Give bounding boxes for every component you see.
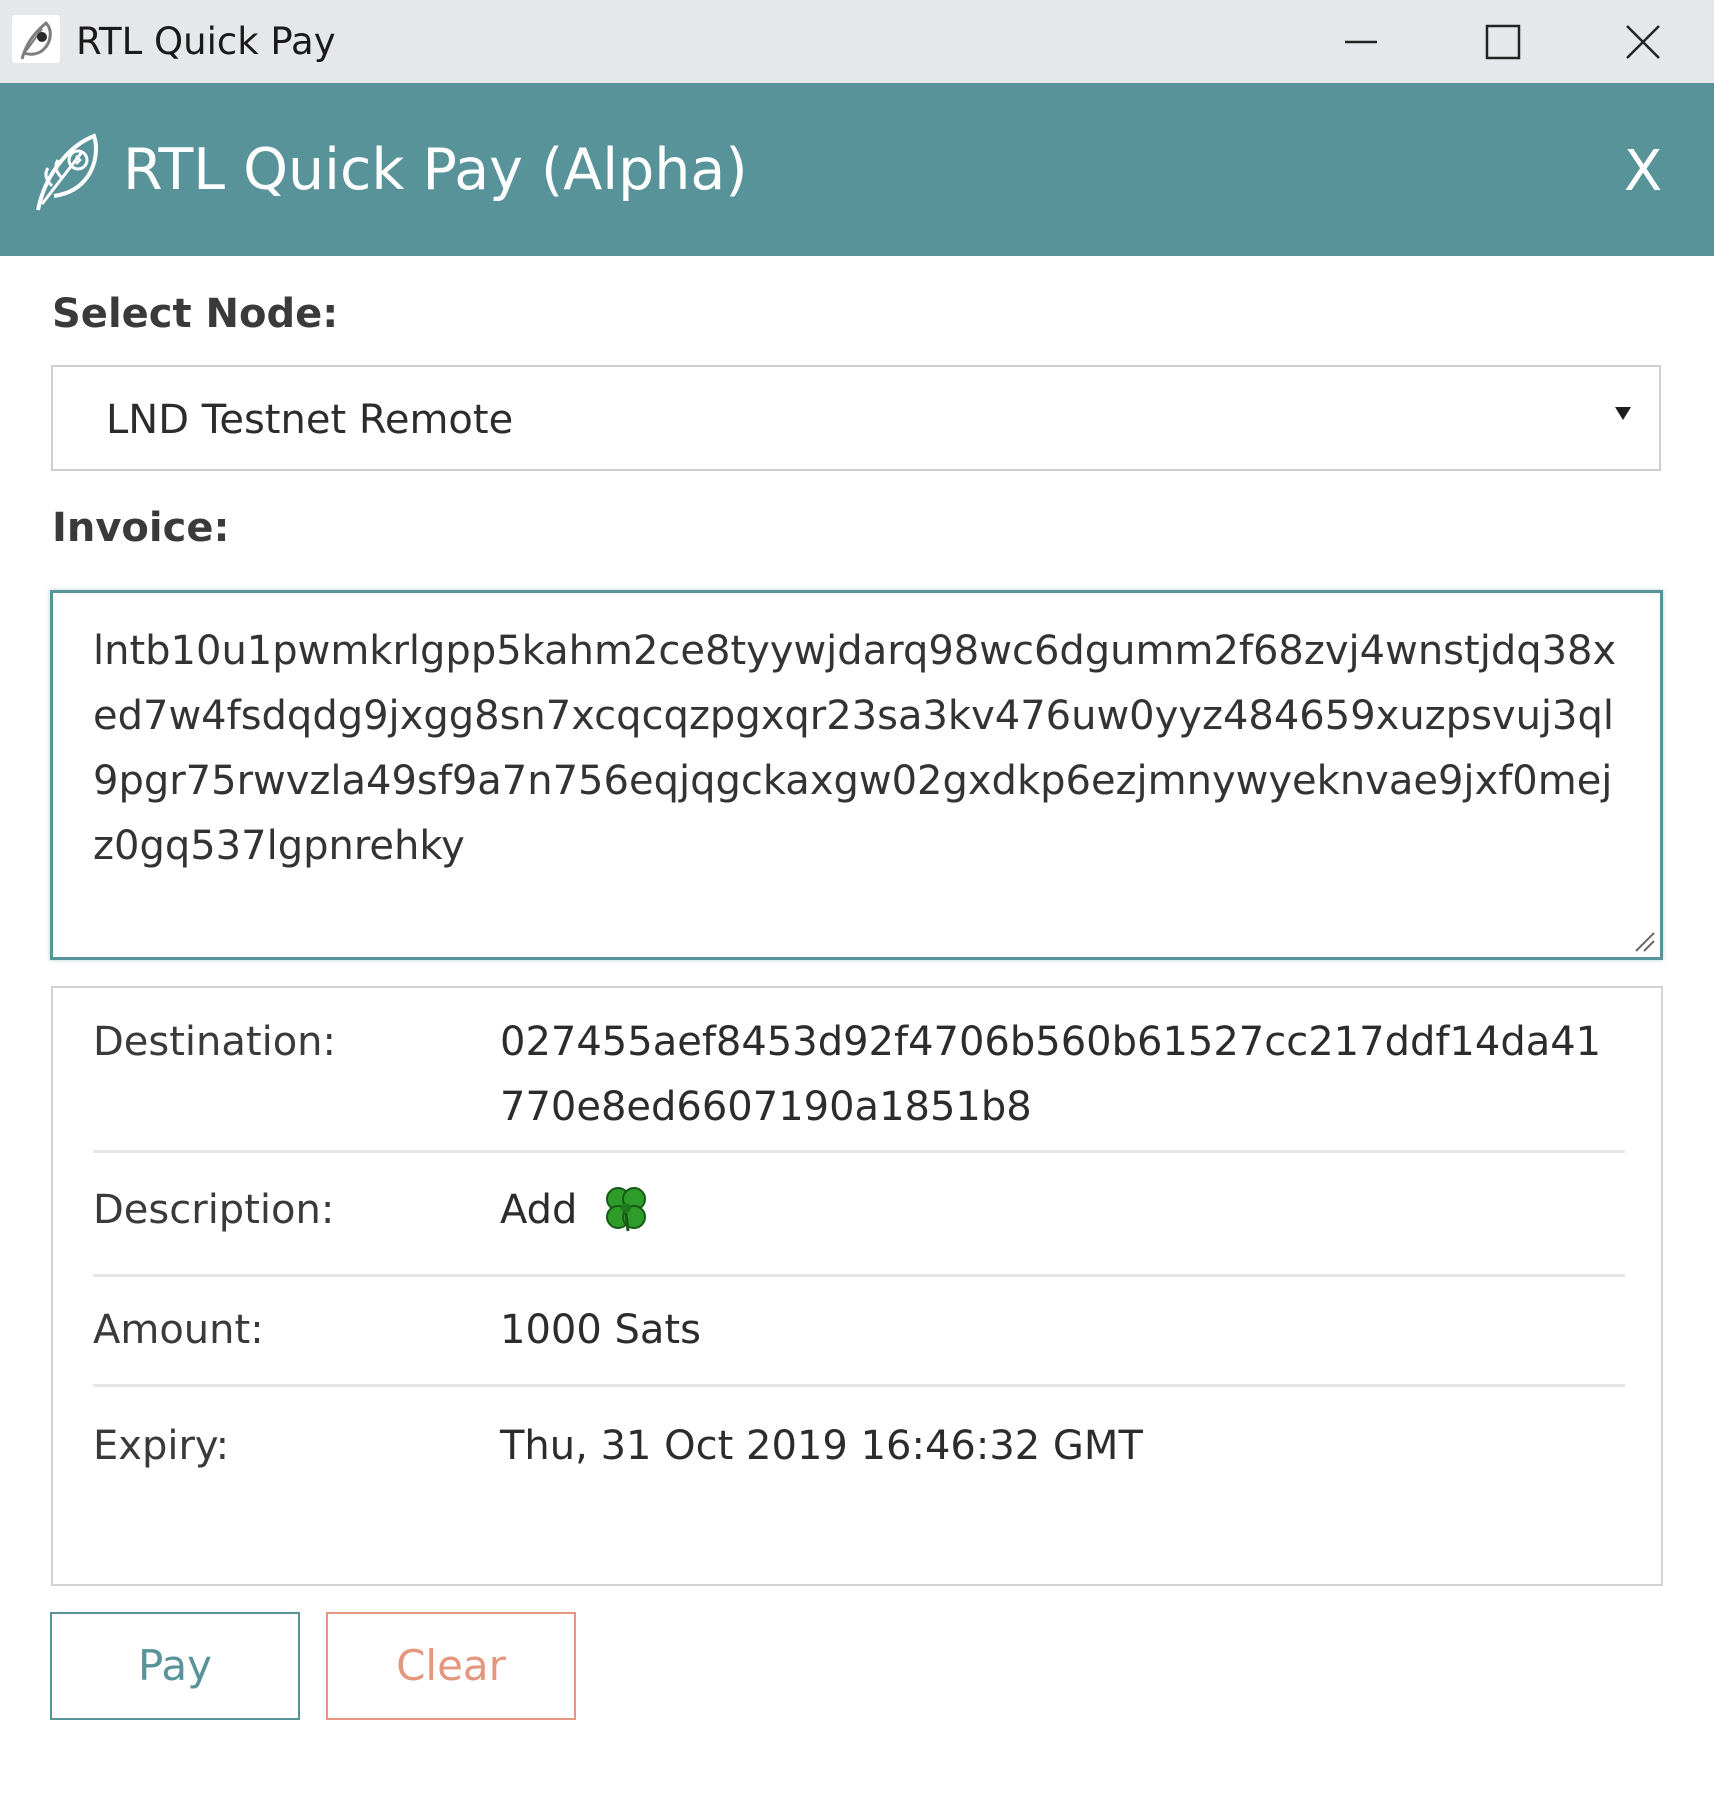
app-title: RTL Quick Pay (Alpha) <box>123 137 748 203</box>
resize-grip-icon[interactable] <box>1630 927 1656 953</box>
destination-label: Destination: <box>93 1019 337 1065</box>
rtl-logo-icon <box>32 130 102 214</box>
select-node-label: Select Node: <box>52 291 339 337</box>
clear-button[interactable]: Clear <box>326 1612 576 1720</box>
invoice-label: Invoice: <box>52 505 230 551</box>
amount-value: 1000 Sats <box>500 1307 701 1353</box>
dropdown-arrow-icon <box>1615 407 1631 420</box>
dialog-close-button[interactable]: X <box>1618 139 1668 205</box>
amount-label: Amount: <box>93 1307 264 1353</box>
minimize-button[interactable] <box>1290 0 1432 83</box>
window-close-button[interactable] <box>1572 0 1714 83</box>
expiry-label: Expiry: <box>93 1423 230 1469</box>
invoice-textarea[interactable]: lntb10u1pwmkrlgpp5kahm2ce8tyywjdarq98wc6… <box>50 590 1663 960</box>
description-value: Add <box>500 1187 578 1233</box>
node-select[interactable]: LND Testnet Remote <box>51 365 1661 471</box>
app-header: RTL Quick Pay (Alpha) X <box>0 83 1714 256</box>
expiry-value: Thu, 31 Oct 2019 16:46:32 GMT <box>500 1423 1143 1469</box>
window-titlebar: RTL Quick Pay <box>0 0 1714 83</box>
invoice-details-panel: Destination: 027455aef8453d92f4706b560b6… <box>51 986 1663 1586</box>
invoice-text: lntb10u1pwmkrlgpp5kahm2ce8tyywjdarq98wc6… <box>93 628 1617 869</box>
maximize-icon <box>1485 24 1521 59</box>
destination-value: 027455aef8453d92f4706b560b61527cc217ddf1… <box>500 1019 1602 1130</box>
pay-button[interactable]: Pay <box>50 1612 300 1720</box>
four-leaf-clover-icon <box>606 1187 647 1232</box>
node-select-value: LND Testnet Remote <box>106 397 514 443</box>
minimize-icon <box>1345 40 1377 43</box>
maximize-button[interactable] <box>1432 0 1574 83</box>
destination-row: Destination: 027455aef8453d92f4706b560b6… <box>93 1010 1625 1153</box>
expiry-row: Expiry: Thu, 31 Oct 2019 16:46:32 GMT <box>93 1414 1625 1494</box>
description-label: Description: <box>93 1187 335 1233</box>
description-row: Description: Add <box>93 1170 1625 1277</box>
description-value-wrap: Add <box>500 1178 1620 1243</box>
window-title: RTL Quick Pay <box>76 20 336 63</box>
app-icon <box>12 15 60 63</box>
close-icon <box>1626 24 1660 59</box>
amount-row: Amount: 1000 Sats <box>93 1292 1625 1387</box>
